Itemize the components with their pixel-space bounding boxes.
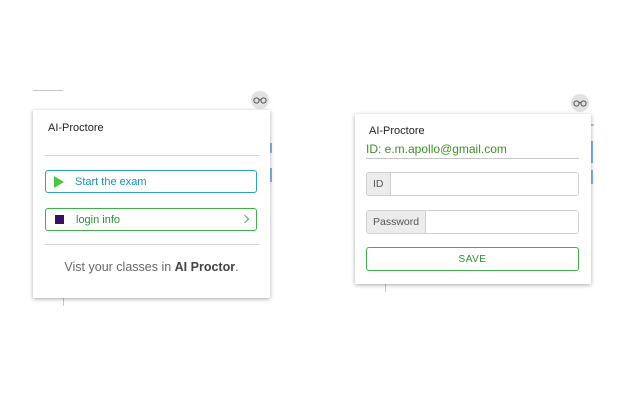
background-edge [385, 284, 386, 292]
extension-popup-login: AI-Proctore ID: e.m.apollo@gmail.com ID … [355, 114, 591, 284]
extension-popup-main: AI-Proctore Start the exam login info Vi… [33, 110, 270, 298]
background-edge [270, 168, 272, 182]
chevron-right-icon [240, 214, 250, 224]
login-info-label: login info [76, 213, 121, 226]
footer-prefix: Vist your classes in [64, 260, 175, 274]
start-exam-button[interactable]: Start the exam [45, 170, 257, 193]
user-id-text: ID: e.m.apollo@gmail.com [366, 142, 507, 156]
background-edge [33, 90, 63, 91]
brand-name: AI Proctor [174, 260, 236, 274]
square-icon [55, 215, 64, 224]
footer-text: Vist your classes in AI Proctor. [33, 260, 270, 274]
divider [45, 244, 259, 245]
popup-title: AI-Proctore [48, 122, 104, 134]
password-label: Password [367, 211, 427, 233]
popup-title: AI-Proctore [369, 125, 425, 137]
background-edge [591, 141, 593, 163]
save-button[interactable]: SAVE [366, 247, 579, 271]
glasses-icon[interactable] [251, 91, 269, 109]
background-edge [63, 298, 64, 306]
play-icon [54, 175, 64, 188]
password-input[interactable] [426, 211, 578, 233]
glasses-icon[interactable] [571, 94, 589, 112]
divider [45, 155, 259, 156]
divider [366, 158, 579, 159]
id-field: ID [366, 172, 579, 196]
background-edge [270, 143, 272, 153]
id-input[interactable] [390, 173, 578, 195]
background-edge [591, 170, 593, 184]
id-label: ID [367, 173, 391, 195]
start-exam-label: Start the exam [75, 175, 147, 188]
login-info-button[interactable]: login info [45, 208, 257, 231]
password-field: Password [366, 210, 579, 234]
footer-suffix: . [235, 260, 239, 274]
